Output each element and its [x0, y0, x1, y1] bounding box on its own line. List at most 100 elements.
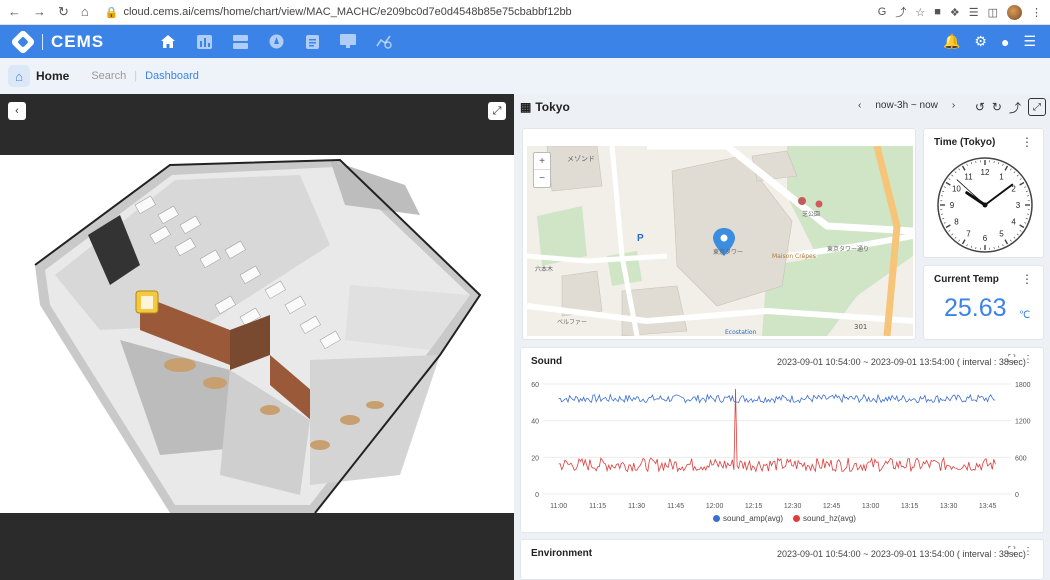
- temp-menu-icon[interactable]: ⋮: [1021, 272, 1033, 286]
- map-label: 東京タワー: [713, 248, 743, 256]
- google-icon[interactable]: G: [878, 6, 887, 18]
- dashboard-title: Tokyo: [535, 100, 570, 114]
- legend-item-amp[interactable]: sound_amp(avg): [713, 514, 783, 523]
- reading-list-icon[interactable]: ☰: [969, 6, 979, 19]
- floorplan-3d-image: [34, 158, 482, 513]
- legend-item-hz[interactable]: sound_hz(avg): [793, 514, 856, 523]
- brand-name: CEMS: [51, 31, 105, 51]
- clock-number: 7: [966, 230, 971, 239]
- sidepanel-icon[interactable]: ◫: [988, 6, 998, 19]
- map-view[interactable]: P メゾンド 東京タワー 芝公園 Maison Crêpes 東京タワー通り E…: [527, 146, 913, 336]
- y-left-tick-label: 60: [531, 382, 539, 389]
- legend-label: sound_amp(avg): [723, 514, 784, 523]
- dashboard-header: ▦ Tokyo ‹ now-3h ~ now › ↺ ↻ ⤴ ⤢: [514, 94, 1050, 120]
- gear-icon[interactable]: ⚙: [974, 33, 987, 50]
- map-label: ベルファー: [557, 319, 587, 326]
- x-tick-label: 11:00: [550, 503, 567, 510]
- env-menu-icon[interactable]: ⋮: [1023, 546, 1033, 557]
- clock-number: 5: [999, 230, 1004, 239]
- x-tick-label: 12:30: [784, 503, 802, 510]
- clock-menu-icon[interactable]: ⋮: [1021, 135, 1033, 149]
- puzzle-icon[interactable]: ❖: [950, 6, 960, 19]
- nav-chart-icon[interactable]: [186, 25, 222, 58]
- menu-icon[interactable]: ☰: [1023, 33, 1036, 50]
- env-fullscreen-icon[interactable]: ⛶: [1008, 546, 1015, 557]
- star-icon[interactable]: ☆: [915, 6, 925, 19]
- floorplan-view: [0, 155, 514, 513]
- prev-range-icon[interactable]: ‹: [858, 100, 861, 111]
- next-range-icon[interactable]: ›: [952, 100, 955, 111]
- nav-home-icon[interactable]: [150, 25, 186, 58]
- home-button-icon[interactable]: ⌂: [8, 65, 30, 87]
- extension-icon[interactable]: ■: [934, 6, 941, 18]
- expand-icon[interactable]: ⤢: [1028, 98, 1046, 116]
- user-icon[interactable]: ●: [1001, 34, 1009, 50]
- collapse-left-icon[interactable]: ‹: [8, 102, 26, 120]
- x-tick-label: 13:00: [862, 503, 880, 510]
- y-right-tick-label: 600: [1015, 455, 1027, 462]
- map-zoom-control: + −: [533, 152, 551, 188]
- x-tick-label: 13:30: [940, 503, 958, 510]
- legend-label: sound_hz(avg): [803, 514, 856, 523]
- reload-icon[interactable]: ↻: [58, 4, 69, 20]
- environment-range: 2023-09-01 10:54:00 ~ 2023-09-01 13:54:0…: [777, 549, 1026, 559]
- menu-kebab-icon[interactable]: ⋮: [1031, 6, 1042, 19]
- map-label: Maison Crêpes: [772, 253, 816, 260]
- fullscreen-icon[interactable]: ⤢: [488, 102, 506, 120]
- sound-card: Sound 2023-09-01 10:54:00 ~ 2023-09-01 1…: [520, 347, 1044, 533]
- clock-number: 1: [999, 172, 1004, 181]
- nav-analytics-icon[interactable]: [366, 25, 402, 58]
- forward-arrow-icon[interactable]: →: [33, 4, 46, 20]
- x-tick-label: 12:00: [706, 503, 724, 510]
- zoom-in-button[interactable]: +: [534, 153, 550, 170]
- address-bar[interactable]: 🔒 cloud.cems.ai/cems/home/chart/view/MAC…: [105, 6, 572, 19]
- map-label: 六本木: [535, 265, 553, 273]
- x-tick-label: 13:15: [901, 503, 919, 510]
- breadcrumb-dashboard[interactable]: Dashboard: [145, 70, 199, 82]
- y-left-tick-label: 20: [531, 455, 539, 462]
- grid-icon: ▦: [520, 100, 532, 114]
- lock-icon: 🔒: [104, 6, 119, 19]
- zoom-out-button[interactable]: −: [534, 170, 550, 187]
- nav-monitor-icon[interactable]: [330, 25, 366, 58]
- x-tick-label: 12:15: [745, 503, 763, 510]
- floorplan-panel: ‹ ⤢: [0, 94, 514, 580]
- nav-report-icon[interactable]: [294, 25, 330, 58]
- back-arrow-icon[interactable]: ←: [8, 4, 21, 20]
- profile-avatar[interactable]: [1007, 4, 1022, 20]
- temp-value: 25.63: [944, 294, 1007, 322]
- temp-unit: ℃: [1019, 310, 1031, 321]
- bell-icon[interactable]: 🔔: [943, 33, 960, 50]
- clock-number: 9: [950, 201, 955, 210]
- x-tick-label: 11:45: [667, 503, 684, 510]
- chart-legend: sound_amp(avg) sound_hz(avg): [713, 514, 856, 523]
- breadcrumb-search[interactable]: Search: [91, 70, 126, 82]
- legend-dot-icon: [793, 515, 801, 523]
- history-icon[interactable]: ↺: [975, 100, 985, 114]
- map-label: Ecostation: [725, 329, 757, 336]
- series-line-0: [558, 393, 996, 404]
- share-icon[interactable]: ⤴: [895, 4, 906, 20]
- refresh-icon[interactable]: ↻: [992, 100, 1002, 114]
- sound-menu-icon[interactable]: ⋮: [1023, 354, 1033, 365]
- sound-fullscreen-icon[interactable]: ⛶: [1008, 354, 1015, 365]
- home-icon[interactable]: ⌂: [81, 4, 89, 20]
- sound-title: Sound: [531, 356, 563, 367]
- nav-alert-icon[interactable]: [258, 25, 294, 58]
- nav-device-icon[interactable]: [222, 25, 258, 58]
- temp-title: Current Temp: [934, 274, 999, 285]
- brand-logo[interactable]: CEMS: [10, 28, 105, 55]
- y-right-tick-label: 0: [1015, 492, 1019, 499]
- analog-clock: 12 1234567891011: [937, 157, 1033, 253]
- y-left-tick-label: 40: [531, 419, 539, 426]
- y-left-tick-label: 0: [535, 492, 539, 499]
- dashboard-panel: ▦ Tokyo ‹ now-3h ~ now › ↺ ↻ ⤴ ⤢ P メゾンド …: [514, 94, 1050, 580]
- map-label: メゾンド: [567, 155, 595, 163]
- clock-number: 8: [954, 218, 959, 227]
- share-icon[interactable]: ⤴: [1009, 99, 1021, 116]
- svg-text:P: P: [637, 233, 644, 244]
- map-label: 芝公園: [802, 210, 820, 218]
- time-range[interactable]: now-3h ~ now: [875, 100, 938, 111]
- temp-card: Current Temp ⋮ 25.63 ℃: [923, 265, 1044, 340]
- url-text: cloud.cems.ai/cems/home/chart/view/MAC_M…: [123, 6, 572, 18]
